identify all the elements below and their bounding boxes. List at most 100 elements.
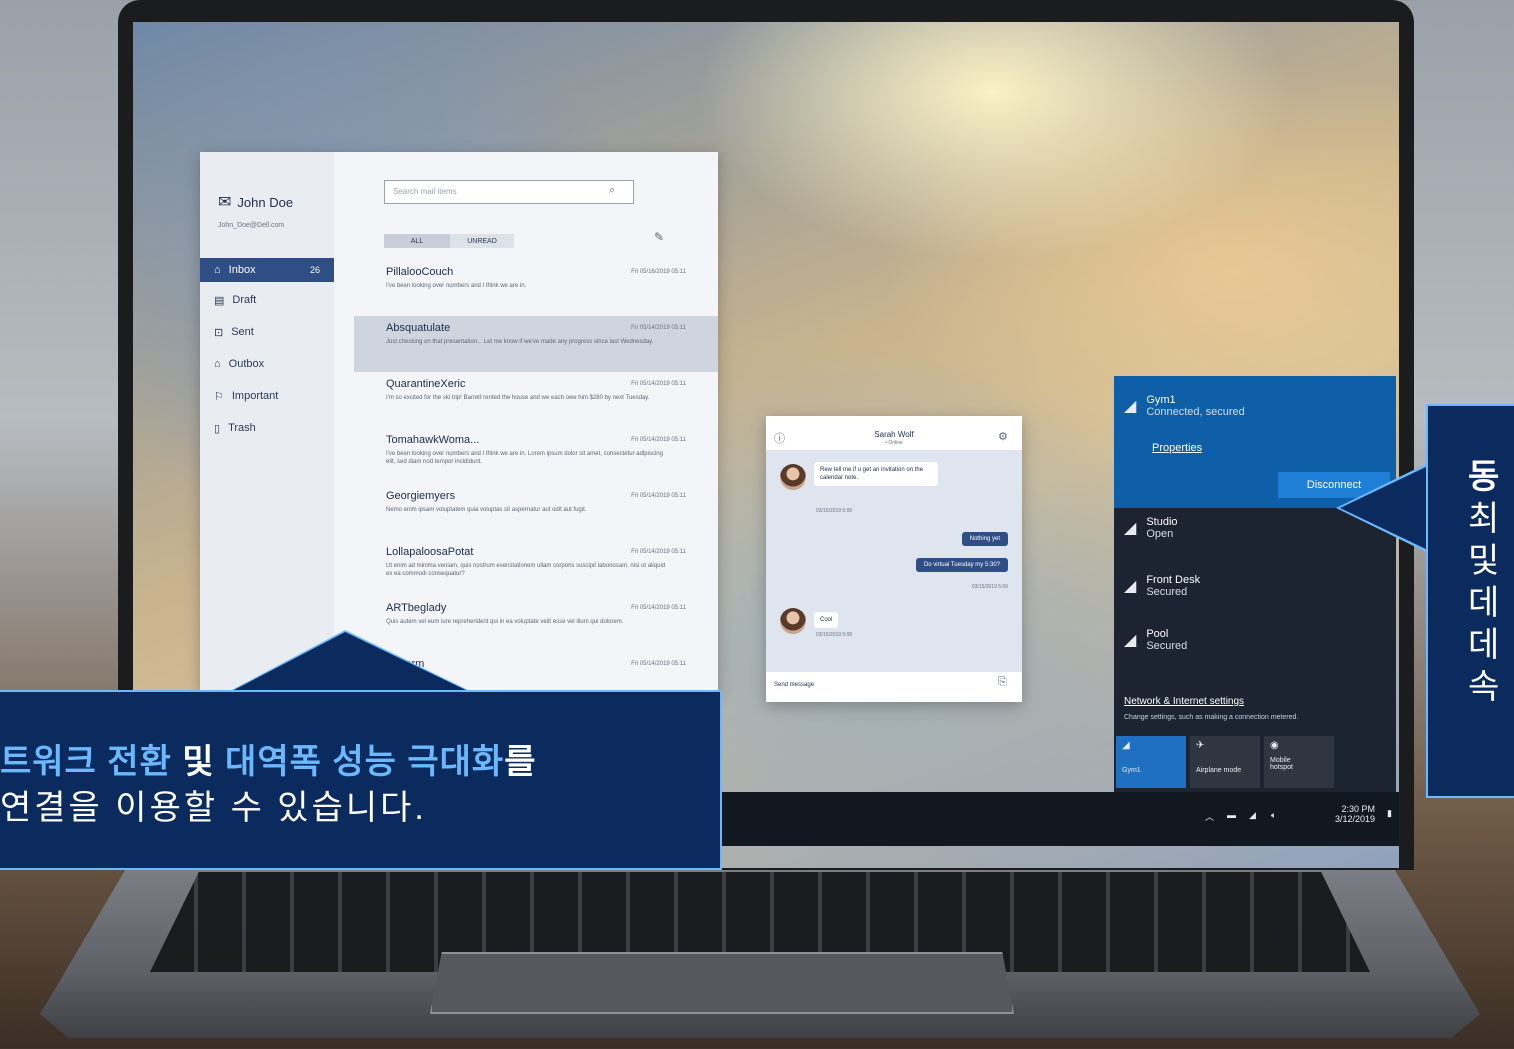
sidebar-item-inbox[interactable]: ⌂ Inbox 26 (200, 258, 334, 282)
network-name: Gym1 (1146, 394, 1176, 406)
chat-bubble-outgoing: Do virtual Tuesday my 5:30? (915, 558, 1008, 572)
chevron-up-icon[interactable]: ︿ (1205, 810, 1214, 823)
wifi-icon[interactable]: ◢ (1249, 810, 1256, 821)
chat-window: ⓘ Sarah Wolf • Online ⚙ Rew tell me if u… (766, 416, 1022, 702)
settings-icon[interactable]: ⚙ (998, 430, 1008, 443)
network-row[interactable]: ◢ Studio Open (1114, 516, 1396, 570)
callout-text: 및 (171, 743, 226, 781)
chat-timestamp: 03/15/2019 5:00 (816, 632, 853, 638)
airplane-mode-tile[interactable]: ✈ Airplane mode (1190, 736, 1260, 788)
trash-icon: ▯ (214, 422, 221, 435)
message-preview: Just checking on that presentation... Le… (386, 339, 654, 345)
callout-highlight: 트워크 전환 (0, 743, 172, 781)
mobile-hotspot-tile[interactable]: ◉ Mobile hotspot (1264, 736, 1334, 788)
callout-right-line: 및 (1468, 542, 1500, 580)
sent-icon: ⊡ (214, 326, 224, 339)
sidebar-item-draft[interactable]: ▤ Draft (200, 288, 334, 312)
wifi-icon: ◢ (1124, 520, 1137, 537)
callout-right-line: 동 (1468, 458, 1500, 496)
chat-bubble-incoming: Rew tell me if u get an invitation on th… (814, 462, 938, 486)
sidebar-item-label: Trash (228, 422, 256, 434)
message-date: Fri 05/14/2019 05:11 (631, 325, 686, 331)
callout-right-line: 최 (1468, 500, 1500, 538)
network-name: Studio (1146, 516, 1178, 528)
sidebar-item-label: Draft (232, 294, 257, 306)
attach-icon[interactable]: ⎘ (998, 676, 1007, 689)
message-date: Fri 05/14/2019 05:11 (631, 493, 686, 499)
list-item[interactable]: QuarantineXeric Fri 05/14/2019 05:11 I'm… (354, 372, 718, 428)
network-settings-description: Change settings, such as making a connec… (1124, 714, 1299, 721)
sidebar-item-important[interactable]: ⚐ Important (200, 384, 334, 408)
chat-contact-status: • Online (885, 440, 903, 446)
chat-message-input[interactable]: Send message (774, 682, 814, 688)
envelope-icon: ✉ (218, 194, 232, 211)
list-item[interactable]: TomahawkWoma... Fri 05/14/2019 05:11 I'v… (354, 428, 718, 484)
wifi-flyout: ◢ Gym1 Connected, secured Properties Dis… (1114, 376, 1396, 792)
network-row-connected: ◢ Gym1 Connected, secured (1114, 394, 1396, 448)
avatar (780, 608, 806, 634)
message-date: Fri 05/14/2019 05:11 (631, 661, 686, 667)
callout-right: 동 최 및 데 데 속 (1426, 404, 1514, 798)
filter-unread-button[interactable]: UNREAD (450, 234, 514, 248)
inbox-count: 26 (309, 265, 320, 275)
message-date: Fri 05/14/2019 05:11 (631, 605, 686, 611)
avatar (780, 464, 806, 490)
mail-sidebar: ✉ John Doe John_Doe@Dell.com ⌂ Inbox 26 … (200, 152, 334, 692)
list-item[interactable]: Absquatulate Fri 05/14/2019 05:11 Just c… (354, 316, 718, 372)
message-preview: Ut enim ad minima veniam, quis nostrum e… (386, 563, 666, 577)
callout-left-line2: 연결을 이용할 수 있습니다. (0, 789, 427, 827)
wifi-icon: ◢ (1124, 632, 1137, 649)
mail-list-pane: Search mail items ⌕ ALL UNREAD ✎ Pillalo… (354, 152, 718, 692)
list-item[interactable]: LollapaloosaPotat Fri 05/14/2019 05:11 U… (354, 540, 718, 596)
wifi-icon: ◢ (1124, 578, 1137, 595)
sidebar-item-trash[interactable]: ▯ Trash (200, 416, 334, 440)
compose-icon[interactable]: ✎ (654, 230, 664, 244)
message-preview: I've been looking over numbers and I thi… (386, 283, 527, 289)
message-preview: I've been looking over numbers and I thi… (386, 451, 663, 465)
notifications-icon[interactable]: ▮ (1387, 808, 1392, 819)
sidebar-item-label: Outbox (228, 358, 265, 370)
account-name: John Doe (237, 194, 294, 210)
sidebar-item-sent[interactable]: ⊡ Sent (200, 320, 334, 344)
network-settings-link[interactable]: Network & Internet settings (1124, 696, 1244, 707)
battery-icon[interactable]: ▬ (1227, 810, 1236, 820)
message-date: Fri 05/14/2019 05:11 (631, 549, 686, 555)
trackpad (430, 952, 1014, 1014)
hotspot-icon: ◉ (1270, 740, 1279, 751)
tile-label: Airplane mode (1196, 767, 1242, 774)
search-input[interactable]: Search mail items (384, 180, 634, 204)
list-item[interactable]: ARTbeglady Fri 05/14/2019 05:11 Quis aut… (354, 596, 718, 652)
clock[interactable]: 2:30 PM 3/12/2019 (1319, 804, 1375, 824)
connected-network[interactable]: ◢ Gym1 Connected, secured Properties Dis… (1114, 376, 1396, 508)
sidebar-item-outbox[interactable]: ⌂ Outbox (200, 352, 334, 376)
message-date: Fri 05/14/2019 05:11 (631, 381, 686, 387)
volume-icon[interactable]: 🔈︎ (1271, 810, 1276, 821)
chat-bubble-outgoing: Nothing yet (961, 532, 1008, 546)
account-email: John_Doe@Dell.com (218, 222, 285, 229)
network-name: Pool (1146, 628, 1169, 640)
callout-right-line: 데 (1468, 626, 1500, 664)
filter-all-button[interactable]: ALL (384, 234, 450, 248)
properties-link[interactable]: Properties (1152, 442, 1202, 454)
message-preview: I'm so excited for the ski trip! Barrett… (386, 395, 650, 401)
message-preview: Quis autem vel eum iure reprehenderit qu… (386, 619, 624, 625)
list-item[interactable]: Georgiemyers Fri 05/14/2019 05:11 Nemo e… (354, 484, 718, 540)
chat-contact-name: Sarah Wolf (874, 430, 914, 439)
wifi-quick-tile[interactable]: ◢ Gym1 (1116, 736, 1186, 788)
callout-text: 를 (504, 743, 537, 781)
callout-left: 트워크 전환 및 대역폭 성능 극대화를 연결을 이용할 수 있습니다. (0, 690, 722, 870)
sidebar-item-label: Sent (231, 326, 254, 338)
network-row[interactable]: ◢ Pool Secured (1114, 628, 1396, 682)
network-row[interactable]: ◢ Front Desk Secured (1114, 574, 1396, 628)
list-item[interactable]: PillalooCouch Fri 05/16/2019 05:11 I've … (354, 260, 718, 316)
message-preview: Nemo enim ipsam voluptatem quia voluptas… (386, 507, 587, 513)
mail-window: ✉ John Doe John_Doe@Dell.com ⌂ Inbox 26 … (200, 152, 718, 692)
account-header: ✉ John Doe (218, 192, 293, 212)
callout-right-line: 데 (1468, 584, 1500, 622)
draft-icon: ▤ (214, 294, 225, 307)
search-icon[interactable]: ⌕ (609, 184, 615, 197)
chat-timestamp: 03/15/2019 5:00 (971, 584, 1008, 590)
wifi-icon: ◢ (1124, 398, 1137, 415)
tile-label: Mobile hotspot (1270, 757, 1293, 771)
chat-timestamp: 03/15/2019 5:00 (816, 508, 853, 514)
